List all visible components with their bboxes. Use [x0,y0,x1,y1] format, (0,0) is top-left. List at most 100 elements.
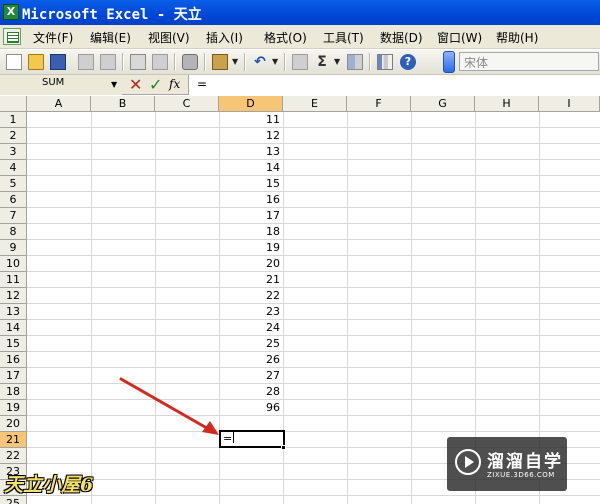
menu-help[interactable]: 帮助(H) [496,29,538,46]
column-header-b[interactable]: B [91,96,155,112]
enter-icon[interactable]: ✓ [149,76,162,93]
row-header-17[interactable]: 17 [0,368,27,384]
undo-icon[interactable]: ↶ [252,54,268,70]
gridline [27,351,600,352]
row-header-6[interactable]: 6 [0,192,27,208]
menu-format[interactable]: 格式(O) [264,29,307,46]
active-cell-d21[interactable]: = [219,430,285,448]
cell-d9[interactable]: 19 [220,240,282,255]
column-header-i[interactable]: I [539,96,600,112]
select-all-corner[interactable] [0,96,27,112]
cell-d5[interactable]: 15 [220,176,282,191]
gridline [27,191,600,192]
cell-d3[interactable]: 13 [220,144,282,159]
workbook-icon[interactable] [3,28,21,45]
row-header-22[interactable]: 22 [0,448,27,464]
email-icon[interactable] [100,54,116,70]
research-icon[interactable] [182,54,198,70]
gridline [27,207,600,208]
gridline [27,175,600,176]
cell-d16[interactable]: 26 [220,352,282,367]
cell-d14[interactable]: 24 [220,320,282,335]
excel-app-icon[interactable]: X [3,4,19,20]
cell-d10[interactable]: 20 [220,256,282,271]
cell-d11[interactable]: 21 [220,272,282,287]
print-icon[interactable] [130,54,146,70]
column-header-d[interactable]: D [219,96,283,112]
annotation-arrow-icon [119,377,219,435]
cell-d13[interactable]: 23 [220,304,282,319]
row-header-5[interactable]: 5 [0,176,27,192]
row-header-7[interactable]: 7 [0,208,27,224]
cancel-icon[interactable]: ✕ [129,76,142,93]
cell-d12[interactable]: 22 [220,288,282,303]
cell-d7[interactable]: 17 [220,208,282,223]
save-icon[interactable] [50,54,66,70]
paste-dropdown-icon[interactable]: ▼ [232,54,240,70]
row-header-20[interactable]: 20 [0,416,27,432]
column-header-h[interactable]: H [475,96,539,112]
menu-window[interactable]: 窗口(W) [437,29,482,46]
open-icon[interactable] [28,54,44,70]
cell-d18[interactable]: 28 [220,384,282,399]
new-icon[interactable] [6,54,22,70]
cell-d15[interactable]: 25 [220,336,282,351]
cell-d1[interactable]: 11 [220,112,282,127]
cell-d2[interactable]: 12 [220,128,282,143]
gridline [27,143,600,144]
formula-input[interactable]: = [188,75,600,95]
row-header-1[interactable]: 1 [0,112,27,128]
row-header-14[interactable]: 14 [0,320,27,336]
menu-data[interactable]: 数据(D) [380,29,423,46]
row-header-21[interactable]: 21 [0,432,27,448]
row-header-15[interactable]: 15 [0,336,27,352]
undo-dropdown-icon[interactable]: ▼ [272,54,280,70]
row-header-9[interactable]: 9 [0,240,27,256]
column-header-c[interactable]: C [155,96,219,112]
menu-edit[interactable]: 编辑(E) [90,29,131,46]
autosum-icon[interactable]: Σ [314,54,330,70]
autosum-dropdown-icon[interactable]: ▼ [334,54,342,70]
toolbar-separator [204,53,206,71]
menu-view[interactable]: 视图(V) [148,29,190,46]
row-header-12[interactable]: 12 [0,288,27,304]
font-name-select[interactable]: 宋体 [459,52,599,71]
fill-handle[interactable] [281,445,286,450]
row-header-19[interactable]: 19 [0,400,27,416]
watermark-url: ZIXUE.3D66.COM [487,471,555,479]
column-header-g[interactable]: G [411,96,475,112]
cell-d17[interactable]: 27 [220,368,282,383]
permission-icon[interactable] [78,54,94,70]
row-header-10[interactable]: 10 [0,256,27,272]
name-box-dropdown-icon[interactable]: ▼ [111,80,117,89]
paste-icon[interactable] [212,54,228,70]
row-header-8[interactable]: 8 [0,224,27,240]
chart-wizard-icon[interactable] [377,54,393,70]
row-header-11[interactable]: 11 [0,272,27,288]
row-header-18[interactable]: 18 [0,384,27,400]
row-header-3[interactable]: 3 [0,144,27,160]
row-header-25[interactable]: 25 [0,496,27,504]
window-title: Microsoft Excel - 天立 [22,7,202,23]
help-icon[interactable]: ? [400,54,416,70]
cell-d19[interactable]: 96 [220,400,282,415]
menu-tools[interactable]: 工具(T) [323,29,364,46]
row-header-16[interactable]: 16 [0,352,27,368]
name-box[interactable]: SUM [0,75,122,95]
hyperlink-icon[interactable] [292,54,308,70]
menu-file[interactable]: 文件(F) [33,29,73,46]
cell-d4[interactable]: 14 [220,160,282,175]
menu-insert[interactable]: 插入(I) [206,29,243,46]
print-preview-icon[interactable] [152,54,168,70]
insert-function-button[interactable]: fx [169,77,180,91]
toolbar-options-grip[interactable] [443,51,455,73]
row-header-13[interactable]: 13 [0,304,27,320]
column-header-f[interactable]: F [347,96,411,112]
row-header-2[interactable]: 2 [0,128,27,144]
sort-ascending-icon[interactable] [347,54,363,70]
row-header-4[interactable]: 4 [0,160,27,176]
cell-d8[interactable]: 18 [220,224,282,239]
column-header-e[interactable]: E [283,96,347,112]
cell-d6[interactable]: 16 [220,192,282,207]
column-header-a[interactable]: A [27,96,91,112]
